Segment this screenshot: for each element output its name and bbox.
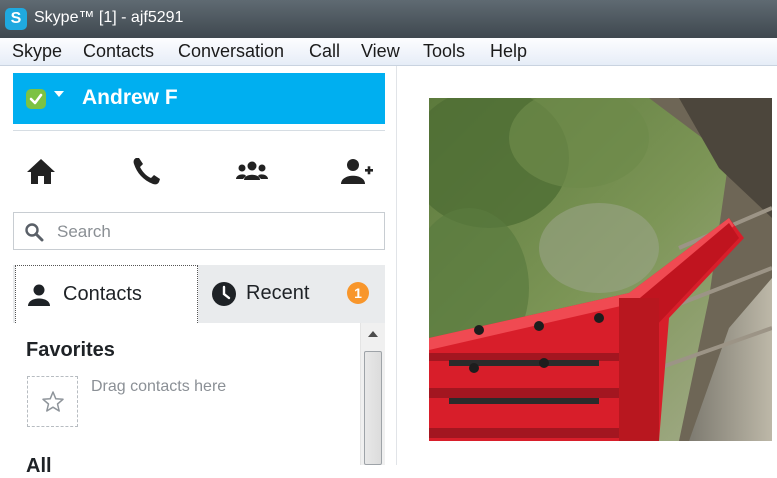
main-photo [429, 98, 772, 441]
panel-divider[interactable] [396, 66, 397, 465]
status-online-icon[interactable] [25, 88, 47, 110]
menu-bar: Skype Contacts Conversation Call View To… [0, 38, 777, 66]
search-input[interactable] [57, 221, 357, 243]
menu-tools[interactable]: Tools [423, 41, 465, 62]
person-icon [28, 284, 50, 306]
favorites-hint: Drag contacts here [91, 378, 227, 395]
list-scrollbar[interactable] [360, 323, 385, 465]
tab-contacts-label: Contacts [63, 283, 142, 305]
menu-view[interactable]: View [361, 41, 400, 62]
status-dropdown-icon[interactable] [54, 91, 64, 97]
menu-help[interactable]: Help [490, 41, 527, 62]
tab-contacts[interactable]: Contacts [15, 265, 198, 323]
home-icon[interactable] [23, 154, 59, 188]
menu-conversation[interactable]: Conversation [178, 41, 284, 62]
menu-call[interactable]: Call [309, 41, 340, 62]
menu-contacts[interactable]: Contacts [83, 41, 154, 62]
notification-badge: 1 [347, 282, 369, 304]
tab-recent[interactable]: Recent 1 [198, 265, 385, 323]
scroll-thumb[interactable] [364, 351, 382, 465]
tab-recent-label: Recent [246, 282, 310, 304]
favorites-drop-zone[interactable] [27, 376, 78, 427]
skype-logo-icon: S [5, 8, 27, 30]
clock-icon [212, 282, 236, 306]
window-titlebar: S Skype™ [1] - ajf5291 [0, 0, 777, 38]
menu-skype[interactable]: Skype [12, 41, 62, 62]
profile-name[interactable]: Andrew F [82, 86, 178, 110]
favorites-heading: Favorites [26, 339, 115, 361]
add-contact-icon[interactable] [339, 154, 375, 188]
star-icon [42, 391, 64, 412]
window-title: Skype™ [1] - ajf5291 [34, 9, 184, 26]
search-icon [25, 223, 44, 242]
group-icon[interactable] [234, 154, 270, 188]
search-box[interactable] [13, 212, 385, 250]
profile-bar[interactable]: Andrew F [13, 73, 385, 124]
scroll-up-arrow-icon[interactable] [368, 331, 378, 337]
left-panel: Andrew F Contact [0, 66, 396, 477]
all-heading: All [26, 455, 52, 477]
divider [13, 130, 385, 131]
phone-icon[interactable] [128, 154, 164, 188]
roller-coaster-image [429, 98, 772, 441]
tab-bar: Contacts Recent 1 [13, 265, 385, 323]
contact-list: Favorites Drag contacts here All [13, 323, 385, 477]
